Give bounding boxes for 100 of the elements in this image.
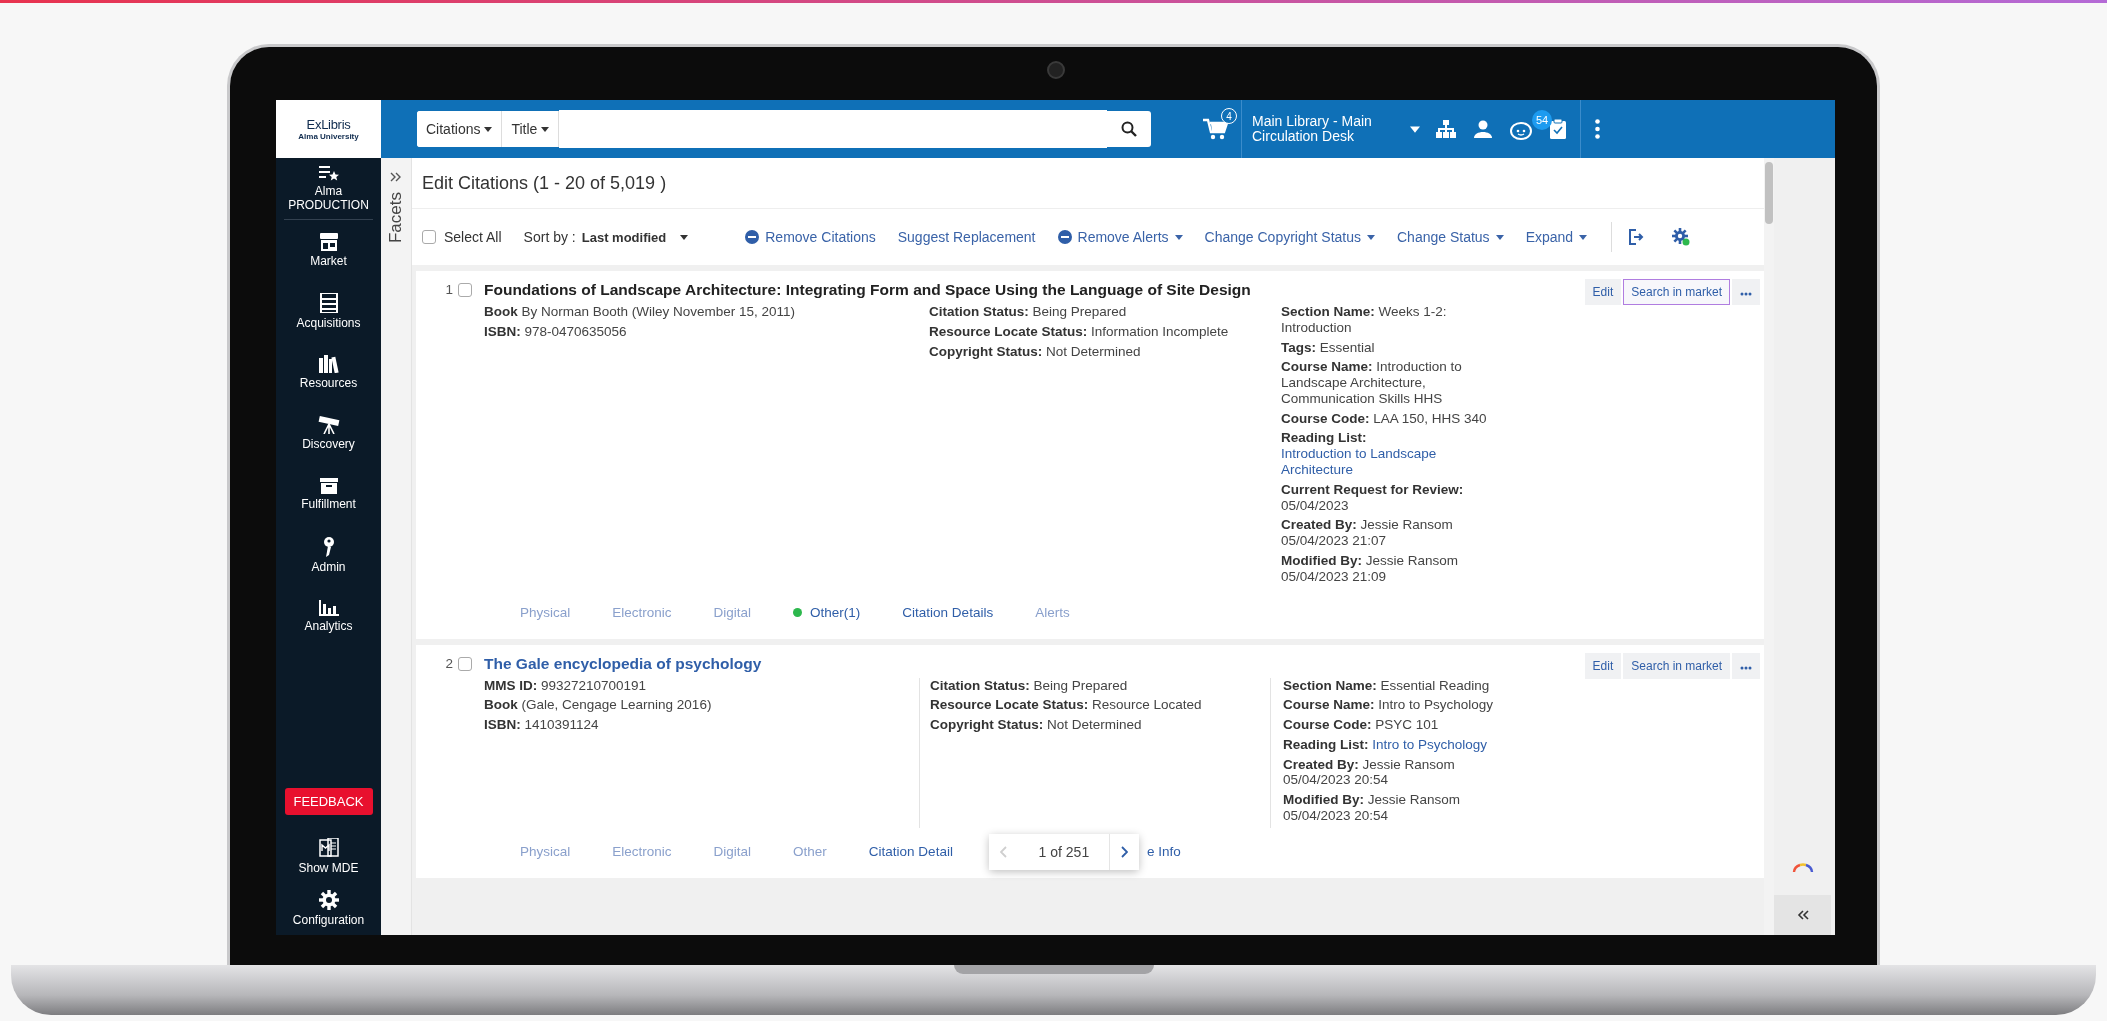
double-chevron-left-icon (1796, 910, 1809, 920)
page-indicator: 1 of 251 (1037, 843, 1091, 860)
reading-list-link[interactable]: Introduction to Landscape Architecture (1281, 446, 1509, 478)
toolbar-action[interactable]: Change Copyright Status (1204, 229, 1375, 245)
record-checkbox[interactable] (458, 656, 472, 671)
record-field: Resource Locate Status: Resource Located (930, 697, 1270, 714)
chevron-right-icon (1120, 845, 1128, 858)
search-field[interactable]: Citations Title (417, 111, 1151, 147)
record-field: Resource Locate Status: Information Incomplete (929, 323, 1269, 340)
sidebar-item[interactable]: Admin (311, 560, 346, 575)
field-label: Reading List: (1281, 430, 1367, 446)
hierarchy-icon[interactable] (1436, 120, 1456, 138)
record-checkbox[interactable] (458, 283, 472, 297)
kebab-menu-icon[interactable] (1595, 119, 1600, 139)
record-field: Course Code: LAA 150, HHS 340 (1281, 410, 1509, 427)
record-field: ISBN: 978-0470635056 (484, 323, 919, 340)
select-all-label[interactable]: Select All (444, 229, 502, 245)
caret-icon (1579, 234, 1588, 240)
logo-brand: ExLibris (306, 117, 351, 132)
page-title: Edit Citations (1 - 20 of 5,019 ) (412, 158, 1764, 209)
record-field: Modified By: Jessie Ransom 05/04/2023 20:54 (1283, 792, 1511, 824)
clipboard-check-icon[interactable] (1550, 119, 1566, 139)
record-tab-link[interactable]: e Info (1146, 844, 1181, 860)
record-field: Citation Status: Being Prepared (930, 677, 1270, 694)
sidebar-item[interactable]: Analytics (304, 619, 353, 634)
sidebar-item[interactable]: Discovery (302, 437, 355, 452)
record-field: Modified By: Jessie Ransom 05/04/2023 21:09 (1281, 552, 1509, 585)
logo-subtitle: Alma University (298, 132, 359, 141)
record-field: Copyright Status: Not Determined (930, 717, 1270, 733)
abacus-icon (319, 292, 338, 313)
next-page-button[interactable] (1108, 833, 1139, 870)
logo[interactable]: ExLibris Alma University (276, 100, 381, 158)
camera-icon (1046, 61, 1065, 79)
select-all-checkbox[interactable] (422, 230, 436, 244)
record-field: Created By: Jessie Ransom 05/04/2023 20:54 (1283, 756, 1511, 789)
list-star-icon (318, 164, 339, 181)
caret-icon (1495, 234, 1504, 240)
more-icon (1740, 292, 1752, 296)
scrollbar-thumb[interactable] (1765, 162, 1773, 224)
search-icon[interactable] (1121, 121, 1137, 137)
location-name[interactable]: Main Library - Main Circulation Desk (1252, 114, 1392, 144)
search-scope-dropdown[interactable]: Citations (417, 111, 503, 147)
toolbar-action[interactable]: Change Status (1397, 229, 1504, 245)
storefront-icon (318, 232, 339, 251)
sidebar-item[interactable]: Resources (299, 376, 358, 391)
record-action-button[interactable]: Edit (1584, 652, 1622, 679)
record-tab-link[interactable]: Citation Details (902, 605, 994, 620)
user-icon[interactable] (1474, 120, 1492, 138)
toolbar-action[interactable]: Remove Citations (745, 229, 876, 245)
sidebar-item[interactable]: Acquisitions (296, 316, 361, 331)
caret-icon (1174, 234, 1183, 240)
books-icon (318, 354, 339, 373)
citation-title[interactable]: The Gale encyclopedia of psychology (484, 654, 762, 673)
record-field: Created By: Jessie Ransom 05/04/2023 21:07 (1281, 517, 1509, 549)
record-field: Section Name: Essential Reading (1283, 677, 1511, 694)
sidebar-item[interactable]: Fulfillment (301, 497, 356, 512)
record-action-button[interactable]: Search in market (1623, 279, 1730, 305)
record-field: Current Request for Review: 05/04/2023 (1281, 481, 1509, 514)
document-icon (318, 838, 339, 859)
record-number: 1 (445, 282, 453, 297)
record-field: MMS ID: 99327210700191 (484, 677, 919, 694)
record-action-button[interactable]: Edit (1584, 279, 1622, 305)
double-chevron-right-icon[interactable] (390, 172, 402, 182)
notification-count-badge: 54 (1532, 109, 1552, 130)
minus-circle-icon (1057, 230, 1072, 244)
sidebar-item[interactable]: Alma PRODUCTION (284, 184, 373, 213)
feedback-button[interactable]: FEEDBACK (284, 788, 373, 815)
cart-icon[interactable] (1203, 118, 1229, 140)
caret-icon (541, 126, 550, 132)
record-number: 2 (445, 655, 453, 671)
more-icon (1740, 665, 1752, 670)
record-field: Course Name: Intro to Psychology (1283, 697, 1511, 714)
caret-icon (1410, 125, 1420, 133)
sidebar-item[interactable]: Market (310, 254, 347, 269)
archive-box-icon (319, 477, 338, 494)
record-field: Tags: Essential (1281, 339, 1509, 356)
sidebar-item[interactable]: Show MDE (298, 862, 359, 876)
sidebar-item[interactable]: Configuration (292, 914, 365, 928)
chat-bot-icon[interactable] (1510, 119, 1532, 140)
record-tab-link[interactable]: Citation Detail (868, 844, 953, 860)
key-icon (322, 536, 335, 557)
toolbar-action[interactable]: Expand (1525, 229, 1588, 245)
citation-title: Foundations of Landscape Architecture: Integrating Form and Space Using the Language of Site Design (484, 281, 1251, 299)
toolbar-action[interactable]: Remove Alerts (1057, 229, 1183, 245)
rainbow-arc-icon[interactable] (1791, 863, 1814, 873)
telescope-icon (317, 415, 340, 434)
sort-dropdown[interactable]: Last modified (581, 229, 689, 245)
field-label: Reading List: (1283, 736, 1369, 752)
record-field: Citation Status: Being Prepared (929, 304, 1269, 320)
toolbar-action[interactable]: Suggest Replacement (897, 229, 1036, 245)
record-action-button[interactable]: Search in market (1623, 652, 1730, 679)
record-field: Book (Gale, Cengage Learning 2016) (484, 697, 919, 714)
reading-list-link[interactable]: Intro to Psychology (1372, 736, 1488, 753)
record-tab-link[interactable]: Other(1) (810, 605, 861, 620)
caret-icon (680, 234, 689, 240)
minus-circle-icon (745, 230, 760, 244)
settings-icon[interactable] (1672, 228, 1691, 246)
caret-icon (484, 126, 493, 132)
record-field: Section Name: Weeks 1-2: Introduction (1281, 304, 1509, 336)
export-icon[interactable] (1628, 229, 1645, 245)
